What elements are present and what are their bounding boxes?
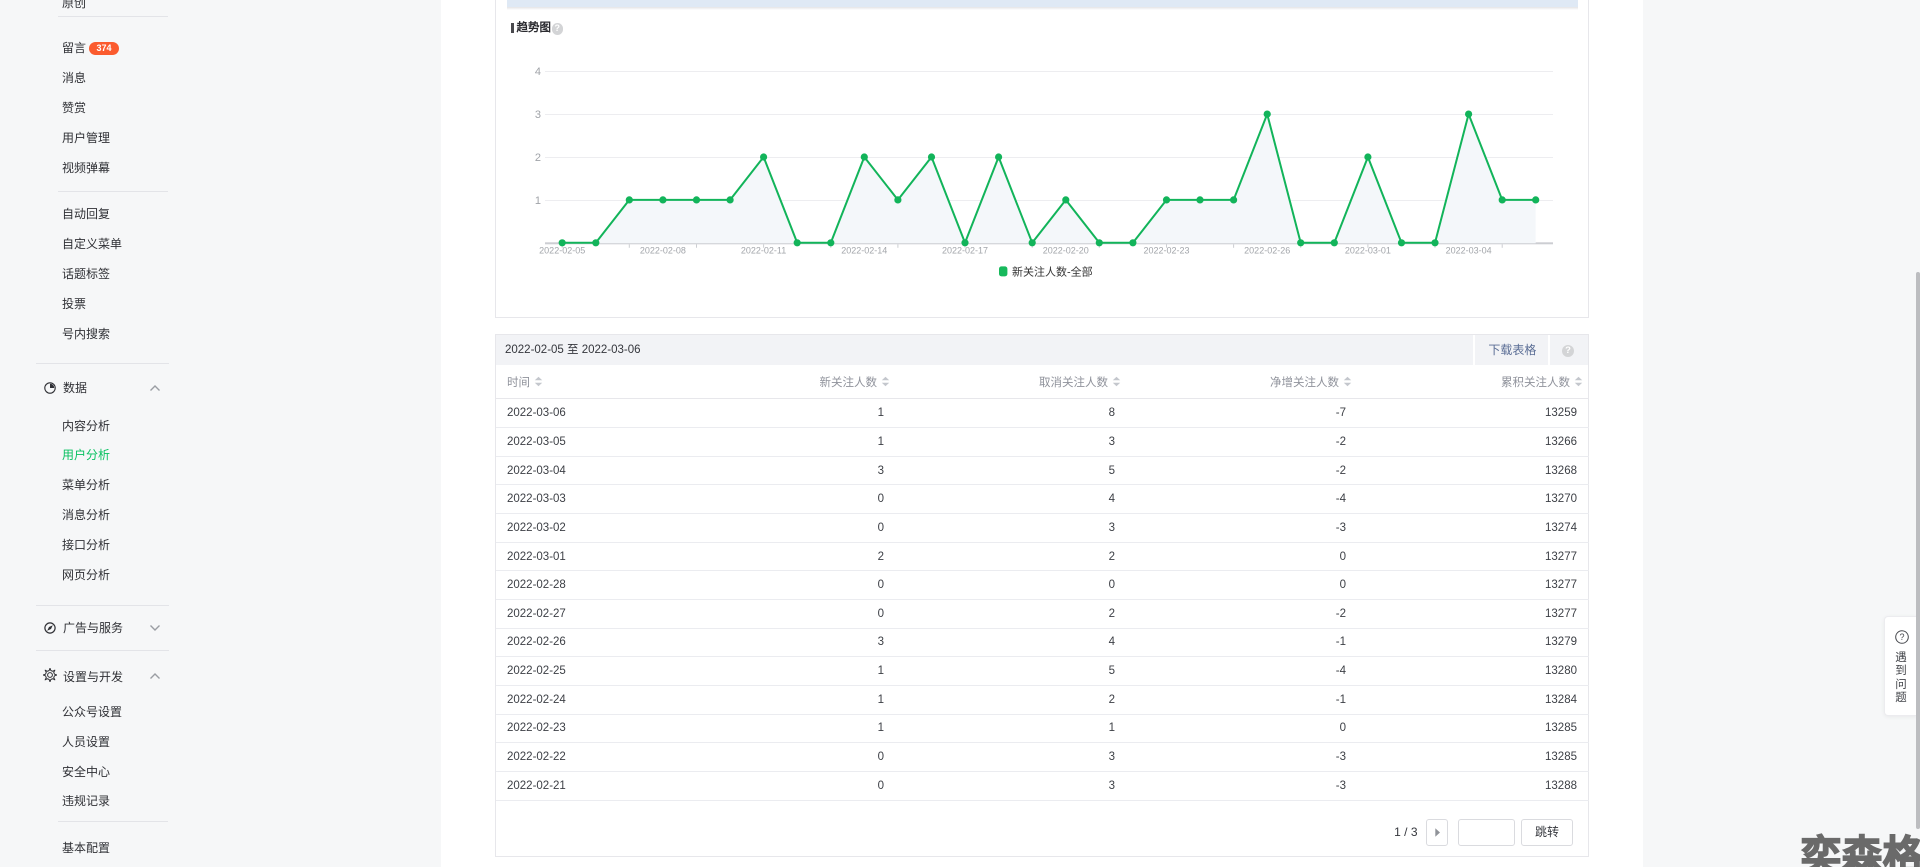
svg-text:2022-03-04: 2022-03-04 bbox=[1446, 246, 1492, 256]
svg-text:3: 3 bbox=[535, 109, 541, 121]
svg-text:2: 2 bbox=[535, 152, 541, 164]
svg-text:2022-02-17: 2022-02-17 bbox=[942, 246, 988, 256]
svg-text:4: 4 bbox=[535, 66, 541, 78]
svg-text:2022-02-08: 2022-02-08 bbox=[640, 246, 686, 256]
svg-text:1: 1 bbox=[535, 195, 541, 207]
svg-text:2022-02-26: 2022-02-26 bbox=[1244, 246, 1290, 256]
svg-text:2022-02-20: 2022-02-20 bbox=[1043, 246, 1089, 256]
svg-text:?: ? bbox=[1899, 632, 1904, 642]
svg-text:2022-02-05: 2022-02-05 bbox=[539, 246, 585, 256]
svg-text:2022-02-23: 2022-02-23 bbox=[1143, 246, 1189, 256]
svg-text:2022-02-11: 2022-02-11 bbox=[741, 246, 786, 256]
svg-text:2022-02-14: 2022-02-14 bbox=[841, 246, 887, 256]
svg-text:2022-03-01: 2022-03-01 bbox=[1345, 246, 1391, 256]
svg-text:新关注人数-全部: 新关注人数-全部 bbox=[1012, 265, 1093, 279]
